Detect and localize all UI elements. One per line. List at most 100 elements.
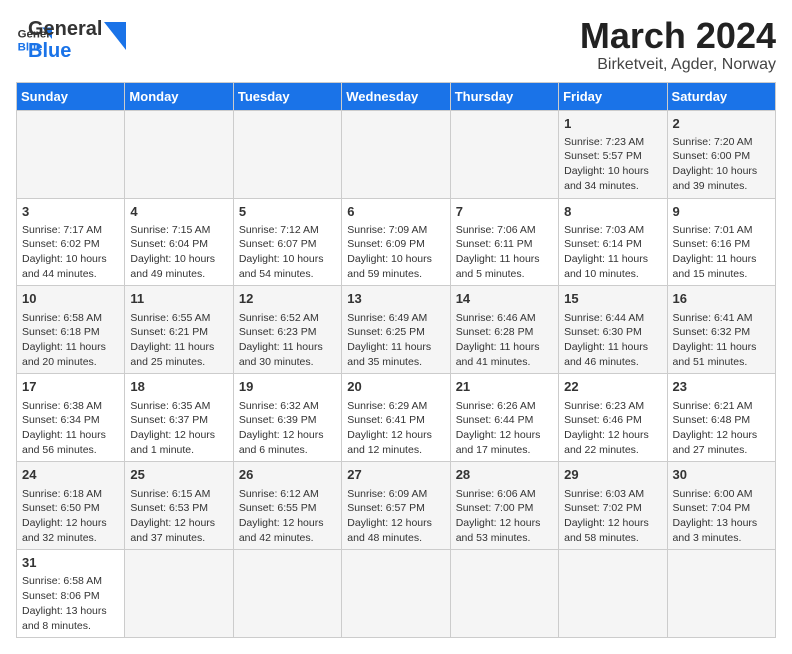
day-info: Daylight: 10 hours and 39 minutes.	[673, 164, 770, 193]
calendar-cell: 8Sunrise: 7:03 AMSunset: 6:14 PMDaylight…	[559, 198, 667, 286]
day-info: Sunrise: 6:35 AM	[130, 399, 227, 414]
day-info: Sunset: 6:00 PM	[673, 149, 770, 164]
day-number: 31	[22, 554, 119, 572]
calendar-week-row: 24 Sunrise: 6:18 AMSunset: 6:50 PM Dayligh…	[17, 462, 776, 550]
day-info: Sunset: 6:41 PM	[347, 413, 444, 428]
calendar-title: March 2024	[580, 16, 776, 56]
calendar-cell: 28Sunrise: 6:06 AMSunset: 7:00 PMDayligh…	[450, 462, 558, 550]
day-info: Sunrise: 6:44 AM	[564, 311, 661, 326]
day-number: 2	[673, 115, 770, 133]
day-info: Sunrise: 7:20 AM	[673, 135, 770, 150]
calendar-cell: 3Sunrise: 7:17 AMSunset: 6:02 PMDaylight…	[17, 198, 125, 286]
day-info: Daylight: 11 hours and 5 minutes.	[456, 252, 553, 281]
day-number: 3	[22, 203, 119, 221]
day-info: Daylight: 11 hours and 51 minutes.	[673, 340, 770, 369]
day-info: Daylight: 11 hours and 46 minutes.	[564, 340, 661, 369]
calendar-cell: 26Sunrise: 6:12 AMSunset: 6:55 PMDayligh…	[233, 462, 341, 550]
day-info: Sunset: 6:23 PM	[239, 325, 336, 340]
calendar-cell	[450, 550, 558, 638]
day-number: 29	[564, 466, 661, 484]
day-info: Daylight: 11 hours and 20 minutes.	[22, 340, 119, 369]
day-info: Sunrise: 6:26 AM	[456, 399, 553, 414]
day-info: Sunset: 6:04 PM	[130, 237, 227, 252]
calendar-subtitle: Birketveit, Agder, Norway	[580, 56, 776, 74]
day-number: 4	[130, 203, 227, 221]
day-info: Daylight: 12 hours and 12 minutes.	[347, 428, 444, 457]
day-info: Sunset: 6:28 PM	[456, 325, 553, 340]
day-info: Sunrise: 6:00 AM	[673, 487, 770, 502]
day-info: Daylight: 12 hours and 58 minutes.	[564, 516, 661, 545]
day-number: 12	[239, 290, 336, 308]
calendar-cell	[342, 110, 450, 198]
day-info: Sunrise: 6:21 AM	[673, 399, 770, 414]
calendar-cell	[125, 550, 233, 638]
day-info: Sunrise: 6:38 AM	[22, 399, 119, 414]
day-number: 8	[564, 203, 661, 221]
day-info: Sunrise: 6:32 AM	[239, 399, 336, 414]
day-info: Sunrise: 7:12 AM	[239, 223, 336, 238]
day-info: Daylight: 12 hours and 48 minutes.	[347, 516, 444, 545]
logo-general-text: General	[28, 18, 102, 40]
calendar-cell: 15Sunrise: 6:44 AMSunset: 6:30 PMDayligh…	[559, 286, 667, 374]
calendar-cell: 21Sunrise: 6:26 AMSunset: 6:44 PMDayligh…	[450, 374, 558, 462]
day-number: 13	[347, 290, 444, 308]
calendar-cell: 24Sunrise: 6:18 AMSunset: 6:50 PMDayligh…	[17, 462, 125, 550]
day-info: Sunset: 6:18 PM	[22, 325, 119, 340]
calendar-week-row: 17Sunrise: 6:38 AMSunset: 6:34 PMDayligh…	[17, 374, 776, 462]
day-info: Sunrise: 6:41 AM	[673, 311, 770, 326]
weekday-header-sunday: Sunday	[17, 82, 125, 110]
day-number: 7	[456, 203, 553, 221]
day-info: Sunset: 6:21 PM	[130, 325, 227, 340]
day-info: Sunset: 6:44 PM	[456, 413, 553, 428]
day-info: Sunset: 5:57 PM	[564, 149, 661, 164]
day-info: Sunrise: 6:55 AM	[130, 311, 227, 326]
day-number: 28	[456, 466, 553, 484]
day-number: 30	[673, 466, 770, 484]
day-info: Sunrise: 7:01 AM	[673, 223, 770, 238]
calendar-cell	[17, 110, 125, 198]
calendar-cell	[233, 550, 341, 638]
logo-blue-text: Blue	[28, 40, 102, 62]
calendar-cell: 30Sunrise: 6:00 AMSunset: 7:04 PMDayligh…	[667, 462, 775, 550]
calendar-cell: 25Sunrise: 6:15 AMSunset: 6:53 PMDayligh…	[125, 462, 233, 550]
calendar-cell: 11Sunrise: 6:55 AMSunset: 6:21 PMDayligh…	[125, 286, 233, 374]
day-info: Daylight: 10 hours and 59 minutes.	[347, 252, 444, 281]
day-number: 19	[239, 378, 336, 396]
day-info: Daylight: 11 hours and 10 minutes.	[564, 252, 661, 281]
day-info: Sunset: 6:53 PM	[130, 501, 227, 516]
day-number: 10	[22, 290, 119, 308]
day-info: Daylight: 11 hours and 56 minutes.	[22, 428, 119, 457]
day-info: Sunrise: 6:09 AM	[347, 487, 444, 502]
calendar-cell	[450, 110, 558, 198]
day-info: Sunset: 6:32 PM	[673, 325, 770, 340]
calendar-cell: 2 Sunrise: 7:20 AMSunset: 6:00 PMDaylight…	[667, 110, 775, 198]
day-info: Sunrise: 6:12 AM	[239, 487, 336, 502]
weekday-header-row: SundayMondayTuesdayWednesdayThursdayFrid…	[17, 82, 776, 110]
calendar-cell: 16Sunrise: 6:41 AMSunset: 6:32 PMDayligh…	[667, 286, 775, 374]
calendar-cell: 5Sunrise: 7:12 AMSunset: 6:07 PMDaylight…	[233, 198, 341, 286]
day-info: Sunset: 6:09 PM	[347, 237, 444, 252]
day-info: Sunrise: 7:03 AM	[564, 223, 661, 238]
day-number: 18	[130, 378, 227, 396]
day-info: Sunrise: 6:23 AM	[564, 399, 661, 414]
day-info: Daylight: 11 hours and 41 minutes.	[456, 340, 553, 369]
day-info: Sunrise: 6:18 AM	[22, 487, 119, 502]
day-number: 22	[564, 378, 661, 396]
calendar-cell: 6Sunrise: 7:09 AMSunset: 6:09 PMDaylight…	[342, 198, 450, 286]
calendar-cell: 20Sunrise: 6:29 AMSunset: 6:41 PMDayligh…	[342, 374, 450, 462]
weekday-header-wednesday: Wednesday	[342, 82, 450, 110]
calendar-cell: 17Sunrise: 6:38 AMSunset: 6:34 PMDayligh…	[17, 374, 125, 462]
day-info: Sunrise: 7:23 AM	[564, 135, 661, 150]
day-info: Daylight: 12 hours and 22 minutes.	[564, 428, 661, 457]
day-info: Sunset: 6:50 PM	[22, 501, 119, 516]
day-number: 20	[347, 378, 444, 396]
calendar-cell	[667, 550, 775, 638]
day-info: Sunset: 6:30 PM	[564, 325, 661, 340]
day-number: 24	[22, 466, 119, 484]
day-info: Daylight: 12 hours and 53 minutes.	[456, 516, 553, 545]
day-number: 26	[239, 466, 336, 484]
day-info: Sunset: 6:48 PM	[673, 413, 770, 428]
day-info: Sunrise: 6:58 AM	[22, 574, 119, 589]
calendar-cell	[125, 110, 233, 198]
day-info: Daylight: 12 hours and 27 minutes.	[673, 428, 770, 457]
